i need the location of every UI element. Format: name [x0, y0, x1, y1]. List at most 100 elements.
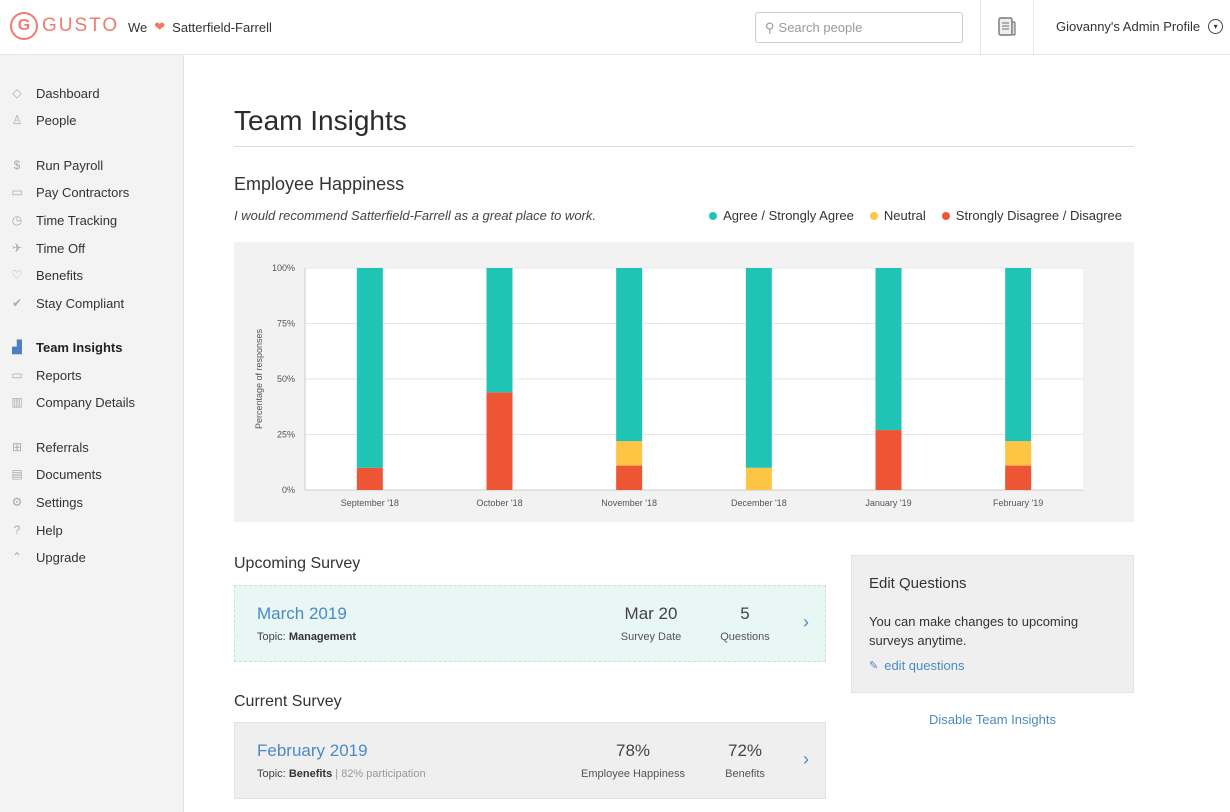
- legend-item: Agree / Strongly Agree: [709, 208, 854, 223]
- y-tick-label: 50%: [277, 374, 295, 384]
- questions-stat: 5 Questions: [713, 604, 777, 643]
- sidebar-item-company-details[interactable]: ▥ Company Details: [0, 390, 183, 414]
- sidebar-item-time-off[interactable]: ✈ Time Off: [0, 236, 183, 260]
- x-tick-label: November '18: [601, 498, 657, 508]
- sidebar-item-label: Time Off: [36, 240, 86, 256]
- sidebar-item-benefits[interactable]: ♡ Benefits: [0, 263, 183, 287]
- logo-mark: G: [10, 12, 38, 40]
- help-icon: ?: [13, 523, 21, 537]
- happiness-value: 78%: [615, 741, 651, 760]
- bar-segment-strongly-disagree-disagree: [616, 465, 643, 490]
- sidebar-item-help[interactable]: ? Help: [0, 518, 183, 542]
- current-survey-card[interactable]: February 2019 Topic: Benefits | 82% part…: [234, 722, 826, 799]
- x-tick-label: October '18: [476, 498, 522, 508]
- sidebar-item-label: Reports: [36, 367, 82, 383]
- search-box[interactable]: ⚲: [755, 12, 963, 43]
- chart-legend: Agree / Strongly Agree Neutral Strongly Di…: [693, 208, 1122, 223]
- legend-label: Neutral: [883, 208, 926, 223]
- chevron-right-icon[interactable]: ›: [803, 612, 809, 633]
- bar-segment-agree-strongly-agree: [356, 268, 383, 468]
- happiness-stat: 78% Employee Happiness: [573, 741, 693, 780]
- legend-dot-icon: [869, 211, 878, 220]
- upcoming-survey-title[interactable]: March 2019: [257, 604, 347, 624]
- happiness-heading: Employee Happiness: [234, 174, 405, 194]
- current-survey-title[interactable]: February 2019: [257, 741, 368, 761]
- chevron-down-icon: ▾: [1208, 19, 1224, 34]
- bar-chart-icon: ▟: [12, 340, 22, 354]
- topic-label: Topic:: [257, 768, 286, 780]
- sidebar: ◇ Dashboard ♙ People $ Run Payroll ▭ Pay Contra…: [0, 55, 184, 812]
- sidebar-item-upgrade[interactable]: ⌃ Upgrade: [0, 545, 183, 569]
- upcoming-survey-card[interactable]: March 2019 Topic: Management Mar 20 Surv…: [234, 585, 826, 662]
- y-tick-label: 25%: [277, 430, 295, 440]
- happiness-label: Employee Happiness: [581, 768, 685, 780]
- y-tick-label: 0%: [282, 485, 295, 495]
- title-divider: [234, 146, 1134, 147]
- legend-label: Strongly Disagree / Disagree: [955, 208, 1122, 223]
- sidebar-item-team-insights[interactable]: ▟ Team Insights: [0, 335, 183, 359]
- legend-label: Agree / Strongly Agree: [723, 208, 854, 223]
- bar-segment-agree-strongly-agree: [745, 268, 772, 468]
- sidebar-item-dashboard[interactable]: ◇ Dashboard: [0, 81, 183, 105]
- sidebar-item-referrals[interactable]: ⊞ Referrals: [0, 435, 183, 459]
- document-icon: ▤: [11, 467, 23, 481]
- profile-menu[interactable]: Giovanny's Admin Profile ▾: [1056, 19, 1224, 34]
- bar-segment-agree-strongly-agree: [486, 268, 513, 393]
- heart-outline-icon: ♡: [11, 268, 23, 282]
- sidebar-item-label: Upgrade: [36, 549, 86, 565]
- edit-questions-heading: Edit Questions: [869, 575, 967, 592]
- survey-date-stat: Mar 20 Survey Date: [609, 604, 693, 643]
- survey-date-value: Mar 20: [624, 604, 678, 623]
- edit-questions-link-label: edit questions: [884, 658, 965, 673]
- survey-question: I would recommend Satterfield-Farrell as…: [234, 208, 596, 223]
- sidebar-item-label: Stay Compliant: [36, 295, 125, 311]
- bar-segment-neutral: [1005, 441, 1032, 466]
- topic-label: Topic:: [257, 631, 286, 643]
- edit-questions-link[interactable]: ✎ edit questions: [869, 658, 964, 673]
- sidebar-item-run-payroll[interactable]: $ Run Payroll: [0, 153, 183, 177]
- legend-item: Strongly Disagree / Disagree: [941, 208, 1122, 223]
- bar-segment-neutral: [745, 467, 772, 490]
- company-prefix: We: [128, 19, 148, 35]
- top-bar: G GUSTO We ❤ Satterfield-Farrell ⚲ Giova…: [0, 0, 1230, 55]
- sidebar-item-people[interactable]: ♙ People: [0, 108, 183, 132]
- upgrade-icon: ⌃: [11, 550, 23, 564]
- gift-icon: ⊞: [11, 440, 23, 454]
- current-survey-topic: Topic: Benefits | 82% participation: [257, 768, 426, 780]
- chevron-right-icon[interactable]: ›: [803, 749, 809, 770]
- edit-questions-card: Edit Questions You can make changes to u…: [851, 555, 1134, 693]
- x-tick-label: September '18: [341, 498, 399, 508]
- search-input[interactable]: [778, 20, 949, 35]
- happiness-chart-svg: 0% 25% 50% 75% 100% Percentage of responses Se…: [254, 263, 1083, 508]
- sidebar-item-reports[interactable]: ▭ Reports: [0, 363, 183, 387]
- sidebar-item-label: Time Tracking: [36, 212, 118, 228]
- legend-item: Neutral: [869, 208, 926, 223]
- divider: [1033, 0, 1034, 55]
- benefits-stat: 72% Benefits: [713, 741, 777, 780]
- bar-segment-strongly-disagree-disagree: [1005, 465, 1032, 490]
- gusto-logo[interactable]: G GUSTO: [10, 12, 119, 40]
- sidebar-item-label: Dashboard: [36, 85, 100, 101]
- sidebar-item-pay-contractors[interactable]: ▭ Pay Contractors: [0, 180, 183, 204]
- sidebar-item-label: Referrals: [36, 439, 89, 455]
- company-tagline: We ❤ Satterfield-Farrell: [128, 19, 272, 35]
- disable-team-insights-link[interactable]: Disable Team Insights: [851, 712, 1134, 727]
- bar-segment-agree-strongly-agree: [616, 268, 643, 442]
- profile-label: Giovanny's Admin Profile: [1056, 19, 1201, 34]
- notifications-document-icon[interactable]: [998, 17, 1016, 37]
- x-tick-label: February '19: [993, 498, 1043, 508]
- legend-dot-icon: [709, 211, 718, 220]
- sidebar-item-documents[interactable]: ▤ Documents: [0, 462, 183, 486]
- sidebar-item-stay-compliant[interactable]: ✔ Stay Compliant: [0, 291, 183, 315]
- sidebar-item-label: Documents: [36, 466, 102, 482]
- sidebar-item-label: Settings: [36, 494, 83, 510]
- survey-date-label: Survey Date: [620, 631, 682, 643]
- x-tick-label: December '18: [731, 498, 787, 508]
- bar-segment-strongly-disagree-disagree: [356, 467, 383, 490]
- sidebar-item-settings[interactable]: ⚙ Settings: [0, 490, 183, 514]
- current-survey-heading: Current Survey: [234, 693, 342, 710]
- bar-segment-neutral: [616, 441, 643, 466]
- sidebar-item-time-tracking[interactable]: ◷ Time Tracking: [0, 208, 183, 232]
- questions-value: 5: [740, 604, 750, 623]
- dashboard-icon: ◇: [12, 86, 22, 100]
